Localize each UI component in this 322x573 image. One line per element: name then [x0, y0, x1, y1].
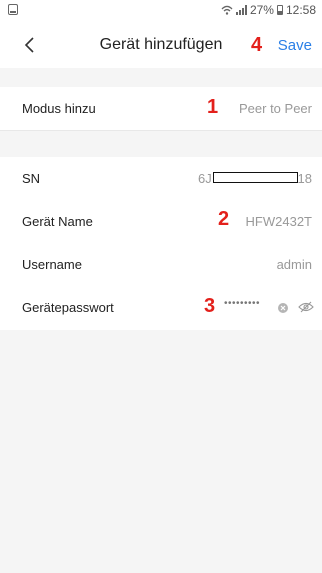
username-label: Username [22, 257, 82, 272]
annotation-1: 1 [207, 96, 219, 118]
status-bar: 27% 12:58 [0, 0, 322, 22]
username-value[interactable]: admin [277, 257, 312, 272]
device-name-label: Gerät Name [22, 214, 93, 229]
row-username[interactable]: Username admin [0, 243, 322, 287]
wifi-icon [221, 5, 233, 15]
app-header: Gerät hinzufügen 4 Save [0, 22, 322, 68]
status-right: 27% 12:58 [221, 3, 316, 17]
clock: 12:58 [285, 3, 316, 17]
save-button[interactable]: Save [278, 37, 312, 54]
device-name-value[interactable]: HFW2432T [246, 214, 312, 229]
battery-icon [276, 5, 283, 15]
row-device-name[interactable]: Gerät Name HFW2432T [0, 200, 322, 244]
mode-value: Peer to Peer [239, 101, 312, 116]
notification-icon [8, 4, 18, 15]
password-label: Gerätepasswort [22, 300, 114, 315]
clear-circle-icon[interactable] [278, 303, 288, 313]
row-password[interactable]: Gerätepasswort ••••••••• [0, 286, 322, 330]
eye-hidden-icon[interactable] [298, 301, 314, 313]
battery-percent: 27% [249, 3, 274, 17]
annotation-4: 4 [251, 34, 263, 56]
row-mode[interactable]: Modus hinzu Peer to Peer [0, 87, 322, 131]
annotation-2: 2 [218, 208, 230, 230]
annotation-3: 3 [204, 295, 216, 317]
sn-value-suffix: 18 [297, 171, 312, 186]
mode-label: Modus hinzu [22, 101, 96, 116]
signal-icon [235, 5, 247, 15]
sn-label: SN [22, 171, 41, 186]
page-title: Gerät hinzufügen [99, 36, 223, 53]
password-field[interactable]: ••••••••• [224, 298, 260, 309]
sn-value-prefix: 6J [198, 171, 212, 186]
sn-redaction-box [213, 172, 298, 183]
